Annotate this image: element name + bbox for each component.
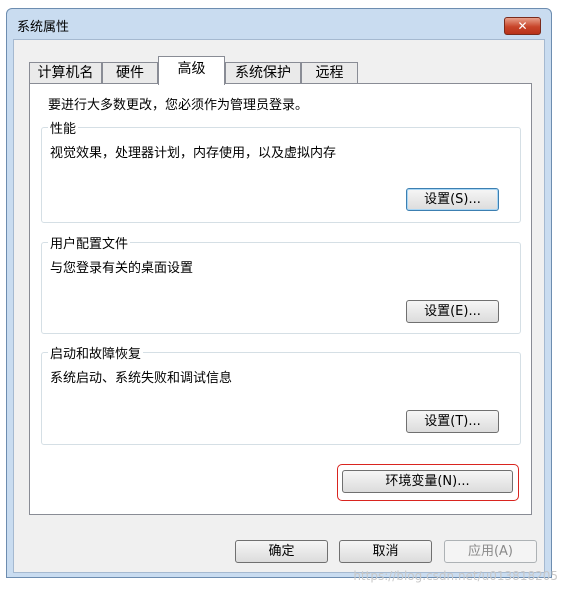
- user-profiles-settings-button[interactable]: 设置(E)...: [406, 300, 499, 323]
- cancel-button[interactable]: 取消: [339, 540, 432, 563]
- startup-recovery-label: 启动和故障恢复: [48, 343, 144, 362]
- advanced-tab-panel: 要进行大多数更改，您必须作为管理员登录。 性能 视觉效果，处理器计划，内存使用，…: [29, 83, 532, 515]
- apply-button[interactable]: 应用(A): [444, 540, 537, 563]
- tab-hardware[interactable]: 硬件: [102, 62, 158, 84]
- system-properties-window: 系统属性 ✕ 计算机名 硬件 高级 系统保护 远程 要进行大多数更改，您必须作为…: [6, 8, 552, 578]
- tab-remote[interactable]: 远程: [301, 62, 358, 84]
- admin-notice: 要进行大多数更改，您必须作为管理员登录。: [48, 98, 309, 113]
- watermark-url: https://blog.csdn.net/u013818205: [353, 569, 558, 583]
- tab-advanced[interactable]: 高级: [158, 56, 225, 85]
- close-button[interactable]: ✕: [504, 17, 541, 35]
- startup-recovery-group: 启动和故障恢复 系统启动、系统失败和调试信息 设置(T)...: [41, 343, 521, 445]
- tab-computer-name[interactable]: 计算机名: [29, 62, 102, 84]
- user-profiles-group: 用户配置文件 与您登录有关的桌面设置 设置(E)...: [41, 233, 521, 334]
- performance-group: 性能 视觉效果，处理器计划，内存使用，以及虚拟内存 设置(S)...: [41, 118, 521, 223]
- dialog-client-area: 计算机名 硬件 高级 系统保护 远程 要进行大多数更改，您必须作为管理员登录。 …: [13, 39, 545, 573]
- ok-button[interactable]: 确定: [235, 540, 328, 563]
- tab-system-protection[interactable]: 系统保护: [225, 62, 301, 84]
- startup-recovery-description: 系统启动、系统失败和调试信息: [50, 371, 233, 386]
- title-bar[interactable]: 系统属性 ✕: [7, 9, 551, 39]
- user-profiles-description: 与您登录有关的桌面设置: [50, 261, 194, 276]
- window-title: 系统属性: [17, 20, 70, 35]
- performance-description: 视觉效果，处理器计划，内存使用，以及虚拟内存: [50, 146, 337, 161]
- user-profiles-label: 用户配置文件: [48, 233, 131, 252]
- startup-recovery-settings-button[interactable]: 设置(T)...: [406, 410, 499, 433]
- close-icon: ✕: [517, 19, 528, 33]
- performance-label: 性能: [48, 118, 79, 137]
- environment-variables-button[interactable]: 环境变量(N)...: [342, 470, 513, 493]
- performance-settings-button[interactable]: 设置(S)...: [406, 188, 499, 211]
